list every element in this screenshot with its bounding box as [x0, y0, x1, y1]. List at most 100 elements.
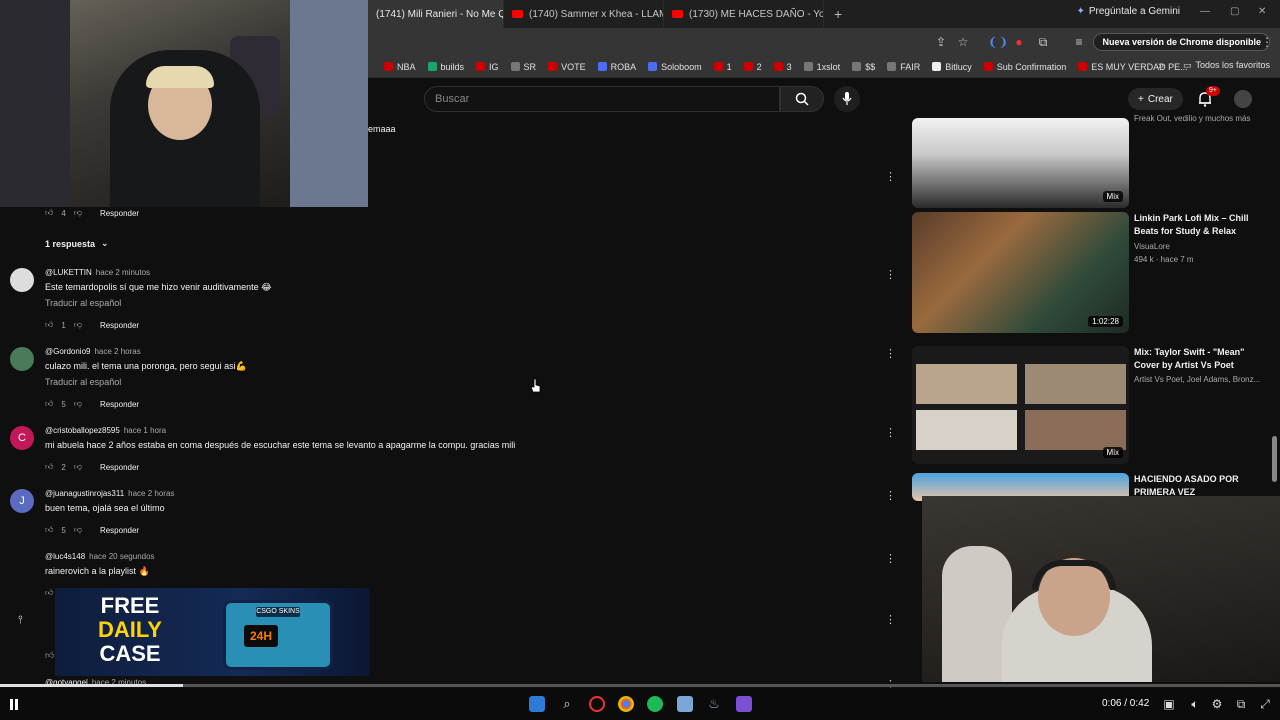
progress-track[interactable]: [0, 684, 1280, 687]
reply-button[interactable]: Responder: [100, 209, 139, 218]
avatar[interactable]: J: [10, 489, 34, 513]
reply-button[interactable]: Responder: [100, 400, 139, 409]
bookmark-item[interactable]: Sub Confirmation: [983, 62, 1066, 72]
miniplayer-icon[interactable]: ⧉: [1234, 697, 1248, 711]
bookmark-item[interactable]: SR: [510, 62, 536, 72]
reply-button[interactable]: Responder: [100, 463, 139, 472]
all-bookmarks-button[interactable]: ▭ Todos los favoritos: [1183, 60, 1270, 71]
app-icon[interactable]: [589, 696, 605, 712]
translate-link[interactable]: Traducir al español: [45, 298, 121, 308]
like-icon[interactable]: 👍︎: [45, 208, 53, 218]
voice-search-button[interactable]: [834, 86, 860, 112]
search-input[interactable]: Buscar: [424, 86, 780, 112]
bookmark-item[interactable]: $$: [852, 62, 875, 72]
bookmark-item[interactable]: Soloboom: [648, 62, 702, 72]
bookmark-item[interactable]: IG: [476, 62, 499, 72]
comment-author[interactable]: @luc4s148: [45, 552, 85, 561]
ad-banner[interactable]: FREE DAILY CASE CSGO SKINS 24H: [55, 588, 370, 676]
maximize-icon[interactable]: ▢: [1230, 6, 1239, 17]
comment-time[interactable]: hace 2 horas: [128, 489, 174, 498]
volume-icon[interactable]: 🔈︎: [1188, 697, 1202, 711]
tab-search-icon[interactable]: ≡: [1072, 35, 1086, 49]
like-icon[interactable]: 👍︎: [45, 650, 54, 661]
search-button[interactable]: [780, 86, 824, 112]
account-avatar[interactable]: [1234, 90, 1252, 108]
reply-button[interactable]: Responder: [100, 526, 139, 535]
bookmark-item[interactable]: 2: [743, 62, 762, 72]
settings-gear-icon[interactable]: ⚙: [1210, 697, 1224, 711]
windows-icon[interactable]: [529, 696, 545, 712]
comment-menu-icon[interactable]: ⋮: [885, 426, 896, 440]
avatar[interactable]: [10, 268, 34, 292]
comment-menu-icon[interactable]: ⋮: [885, 613, 896, 627]
video-thumbnail[interactable]: Mix: [912, 346, 1129, 464]
steam-icon[interactable]: ♨: [706, 696, 722, 712]
bookmark-item[interactable]: builds: [427, 62, 464, 72]
comment-menu-icon[interactable]: ⋮: [885, 268, 896, 282]
reply-button[interactable]: Responder: [100, 321, 139, 330]
replies-toggle[interactable]: 1 respuesta ⌄: [45, 238, 109, 249]
ask-gemini-button[interactable]: ✦ Pregúntale a Gemini: [1076, 6, 1180, 17]
search-icon[interactable]: ⌕: [559, 696, 575, 712]
dislike-icon[interactable]: 👎︎: [74, 525, 82, 535]
video-channel[interactable]: Artist Vs Poet, Joel Adams, Bronz...: [1134, 374, 1264, 386]
create-button[interactable]: + Crear: [1128, 88, 1183, 110]
comment-menu-icon[interactable]: ⋮: [885, 347, 896, 361]
comment-menu-icon[interactable]: ⋮: [885, 170, 896, 184]
like-icon[interactable]: 👍︎: [45, 320, 53, 330]
bookmarks-overflow-icon[interactable]: »: [1158, 60, 1164, 72]
comment-time[interactable]: hace 20 segundos: [89, 552, 154, 561]
video-thumbnail[interactable]: Mix: [912, 118, 1129, 208]
bookmark-item[interactable]: 1: [713, 62, 732, 72]
dislike-icon[interactable]: 👎︎: [74, 208, 82, 218]
comment-author[interactable]: @Gordonio9: [45, 347, 90, 356]
menu-kebab-icon[interactable]: ⋮: [1260, 35, 1274, 49]
app-grid-icon[interactable]: [736, 696, 752, 712]
chrome-icon[interactable]: [618, 696, 634, 712]
tab-3[interactable]: (1730) ME HACES DAÑO - You ✕: [664, 0, 824, 28]
fullscreen-icon[interactable]: ⤢: [1258, 697, 1272, 711]
dislike-icon[interactable]: 👎︎: [74, 320, 82, 330]
like-icon[interactable]: 👍︎: [45, 462, 53, 472]
video-title[interactable]: Linkin Park Lofi Mix – Chill Beats for S…: [1134, 212, 1264, 238]
bookmark-star-icon[interactable]: ☆: [956, 35, 970, 49]
avatar[interactable]: C: [10, 426, 34, 450]
translate-link[interactable]: Traducir al español: [45, 377, 121, 387]
bookmark-item[interactable]: 3: [773, 62, 792, 72]
spotify-icon[interactable]: [647, 696, 663, 712]
pause-button[interactable]: [10, 699, 20, 710]
comment-time[interactable]: hace 2 horas: [94, 347, 140, 356]
subtitles-icon[interactable]: ▣: [1162, 697, 1176, 711]
tab-active[interactable]: (1741) Mili Ranieri - No Me Qu ✕: [368, 0, 504, 28]
notepad-icon[interactable]: [677, 696, 693, 712]
bookmark-item[interactable]: 1xslot: [803, 62, 840, 72]
minimize-icon[interactable]: —: [1200, 6, 1210, 17]
like-icon[interactable]: 👍︎: [45, 399, 53, 409]
comment-author[interactable]: @LUKETTIN: [45, 268, 92, 277]
puzzle-icon[interactable]: ⧉: [1036, 35, 1050, 49]
install-icon[interactable]: ⇪: [934, 35, 948, 49]
comment-menu-icon[interactable]: ⋮: [885, 489, 896, 503]
comment-author[interactable]: @juanagustinrojas311: [45, 489, 124, 498]
comment-time[interactable]: hace 2 minutos: [96, 268, 150, 277]
record-icon[interactable]: ●: [1012, 35, 1026, 49]
chrome-update-button[interactable]: Nueva versión de Chrome disponible: [1093, 33, 1270, 51]
bookmark-item[interactable]: ES MUY VERDAD PE...: [1078, 62, 1188, 72]
extension-icon[interactable]: ❨❩: [988, 35, 1008, 49]
bookmark-item[interactable]: NBA: [384, 62, 416, 72]
comment-menu-icon[interactable]: ⋮: [885, 552, 896, 566]
video-title[interactable]: Mix: Taylor Swift - "Mean" Cover by Arti…: [1134, 346, 1264, 372]
new-tab-button[interactable]: +: [824, 6, 852, 22]
tab-2[interactable]: (1740) Sammer x Khea - LLAMA ✕: [504, 0, 664, 28]
bookmark-item[interactable]: Bitlucy: [932, 62, 972, 72]
avatar[interactable]: [10, 347, 34, 371]
comment-time[interactable]: hace 1 hora: [124, 426, 166, 435]
dislike-icon[interactable]: 👎︎: [74, 462, 82, 472]
like-icon[interactable]: 👍︎: [45, 588, 53, 598]
video-channel[interactable]: VisuaLore: [1134, 241, 1264, 253]
window-close-icon[interactable]: ✕: [1258, 6, 1266, 17]
like-icon[interactable]: 👍︎: [45, 525, 53, 535]
bookmark-item[interactable]: VOTE: [548, 62, 586, 72]
scrollbar[interactable]: [1272, 436, 1277, 482]
bookmark-item[interactable]: ROBA: [597, 62, 636, 72]
